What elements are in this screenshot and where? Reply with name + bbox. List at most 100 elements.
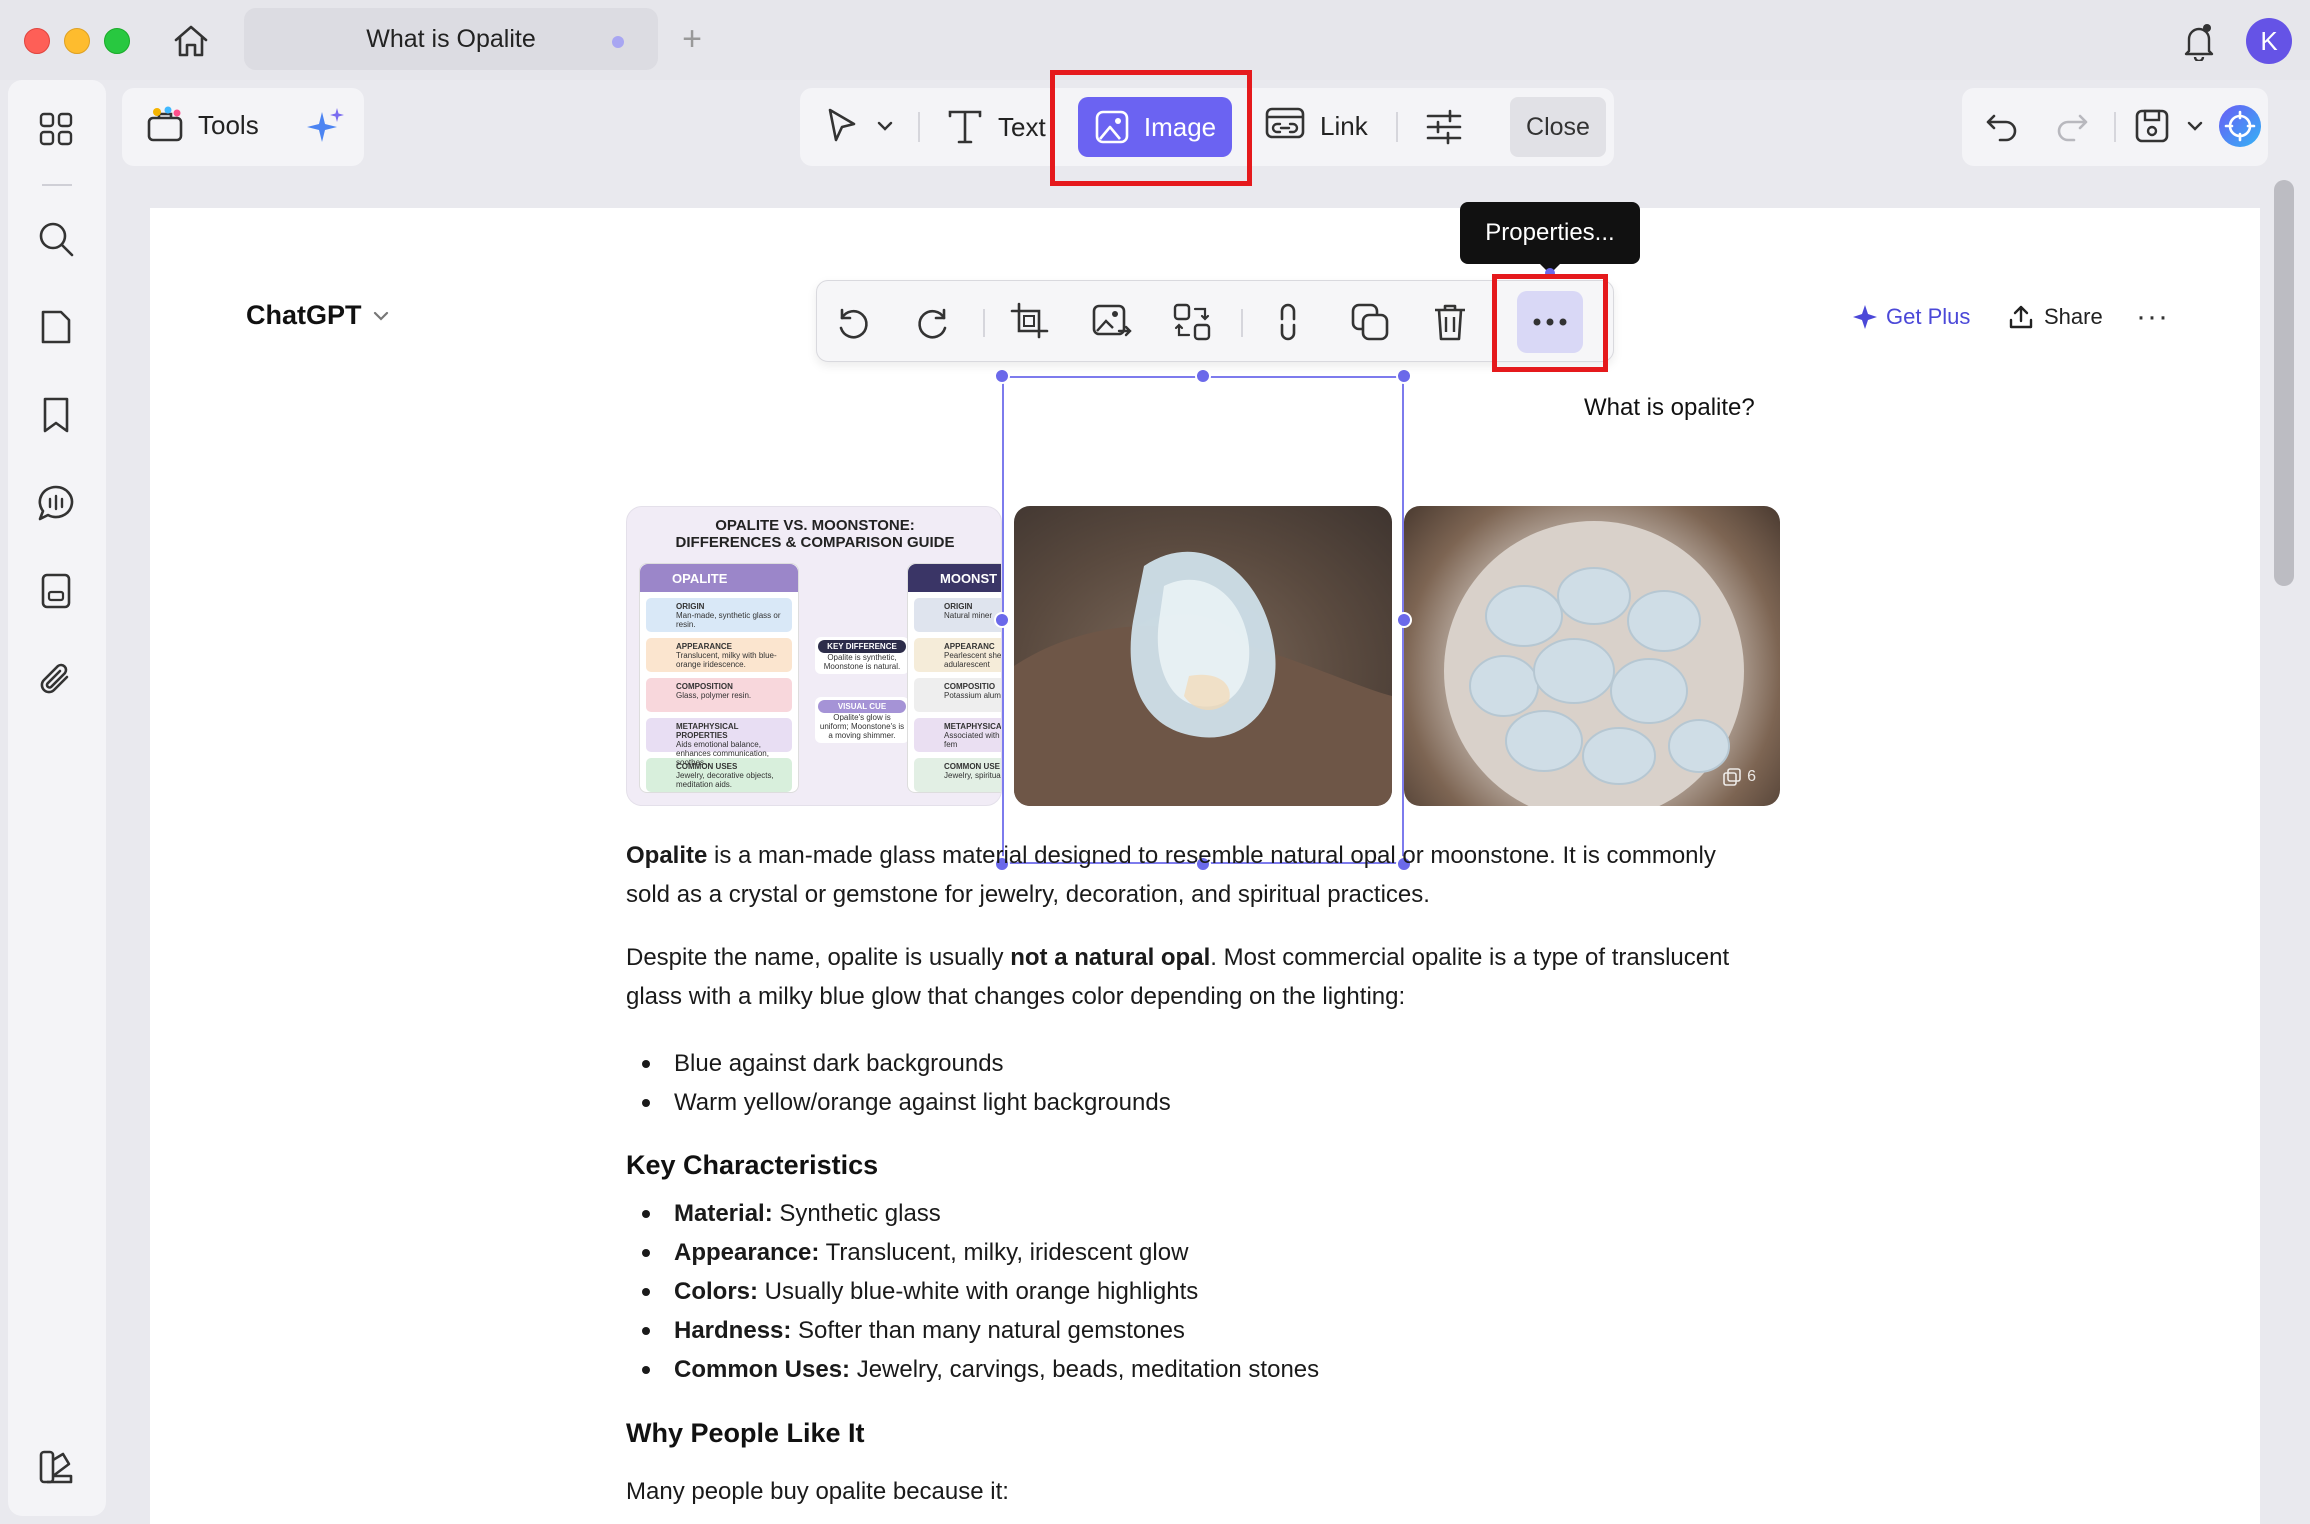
- characteristics-list: Material: Synthetic glass Appearance: Tr…: [626, 1194, 1319, 1389]
- get-plus-button[interactable]: Get Plus: [1852, 304, 1970, 330]
- resize-handle-l[interactable]: [994, 612, 1010, 628]
- resize-handle-t[interactable]: [1195, 368, 1211, 384]
- document-tab[interactable]: What is Opalite: [244, 8, 658, 70]
- rotate-left-icon[interactable]: [829, 299, 875, 345]
- tab-title: What is Opalite: [366, 24, 536, 53]
- delete-trash-icon[interactable]: [1427, 299, 1473, 345]
- adjust-sliders-icon[interactable]: [1424, 108, 1464, 146]
- close-edit-button[interactable]: Close: [1510, 97, 1606, 157]
- share-icon: [2009, 305, 2033, 329]
- image-count-badge: 6: [1723, 768, 1756, 786]
- rotate-right-icon[interactable]: [911, 299, 957, 345]
- share-button[interactable]: Share: [2008, 304, 2103, 330]
- image-count: 6: [1747, 768, 1756, 785]
- window-close-button[interactable]: [24, 28, 50, 54]
- para2-bold: not a natural opal: [1010, 944, 1211, 971]
- ig-row: ORIGIN Man-made, synthetic glass or resin…: [646, 598, 792, 632]
- ig-row: APPEARANCE Translucent, milky with blue-o…: [646, 638, 792, 672]
- list-item: Colors: Usually blue-white with orange h…: [626, 1272, 1319, 1311]
- resize-handle-tl[interactable]: [994, 368, 1010, 384]
- save-icon[interactable]: [2132, 106, 2204, 146]
- thumbnails-grid-icon[interactable]: [33, 106, 79, 152]
- replace-image-icon[interactable]: [1089, 299, 1135, 345]
- ig-row: ORIGIN Natural miner: [914, 598, 1001, 632]
- ai-sparkle-button[interactable]: [304, 106, 346, 148]
- ig-row: COMPOSITION Glass, polymer resin.: [646, 678, 792, 712]
- visual-cue-title: VISUAL CUE: [818, 700, 906, 713]
- chevron-down-icon: [373, 311, 388, 321]
- avatar[interactable]: K: [2246, 18, 2292, 64]
- more-options-button[interactable]: ···: [2136, 300, 2169, 334]
- key-difference-box: KEY DIFFERENCE Opalite is synthetic, Moo…: [815, 637, 909, 674]
- list-item: Material: Synthetic glass: [626, 1194, 1319, 1233]
- chat-title: ChatGPT: [246, 300, 362, 330]
- ig-row: METAPHYSICAL PROPERTIES Aids emotional ba…: [646, 718, 792, 767]
- ig-row: COMMON USES Jewelry, decorative objects, …: [646, 758, 792, 792]
- undo-icon[interactable]: [1982, 106, 2022, 146]
- visual-cue-text: Opalite's glow is uniform; Moonstone's i…: [819, 713, 905, 740]
- new-tab-button[interactable]: +: [672, 20, 712, 60]
- properties-tooltip: Properties...: [1460, 202, 1640, 274]
- comment-icon[interactable]: [33, 480, 79, 526]
- chatgpt-model-selector[interactable]: ChatGPT: [246, 300, 390, 331]
- visual-cue-box: VISUAL CUE Opalite's glow is uniform; Mo…: [815, 697, 909, 743]
- text-tool-button[interactable]: Text: [946, 108, 1046, 146]
- bookmark-icon[interactable]: [33, 392, 79, 438]
- crop-icon[interactable]: [1007, 299, 1053, 345]
- highlight-more-options: [1492, 274, 1608, 372]
- list-item: Common Uses: Jewelry, carvings, beads, m…: [626, 1350, 1319, 1389]
- para2-start: Despite the name, opalite is usually: [626, 944, 1011, 971]
- page-icon[interactable]: [33, 304, 79, 350]
- ig-row: COMPOSITIO Potassium alum: [914, 678, 1001, 712]
- ai-assistant-icon[interactable]: [2216, 102, 2264, 150]
- image-selection-box[interactable]: [1002, 376, 1404, 864]
- left-sidebar: [8, 80, 106, 1516]
- duplicate-icon[interactable]: [1347, 299, 1393, 345]
- moonstone-head: MOONST: [908, 564, 1001, 592]
- user-question: What is opalite?: [1584, 394, 1755, 421]
- list-item: Blue against dark backgrounds: [626, 1044, 1171, 1083]
- redo-icon[interactable]: [2052, 106, 2092, 146]
- text-tool-label: Text: [998, 111, 1046, 142]
- history-save-panel: [1962, 88, 2268, 166]
- form-icon[interactable]: [33, 568, 79, 614]
- list-item: Hardness: Softer than many natural gemst…: [626, 1311, 1319, 1350]
- resize-handle-tr[interactable]: [1396, 368, 1412, 384]
- resize-handle-r[interactable]: [1396, 612, 1412, 628]
- select-tool-button[interactable]: [822, 106, 894, 146]
- para1-bold: Opalite: [626, 842, 708, 869]
- title-bar: What is Opalite + K: [0, 0, 2310, 80]
- document-scrollbar[interactable]: [2274, 180, 2294, 586]
- toolbar-divider: [1241, 309, 1243, 337]
- swap-image-icon[interactable]: [1169, 299, 1215, 345]
- tools-label: Tools: [198, 109, 259, 140]
- ig-row: APPEARANCPearlescent she or adularescent: [914, 638, 1001, 672]
- tumbled-stones-photo[interactable]: 6: [1404, 506, 1780, 806]
- window-minimize-button[interactable]: [64, 28, 90, 54]
- search-icon[interactable]: [33, 216, 79, 262]
- chevron-down-icon[interactable]: [876, 120, 894, 132]
- color-list: Blue against dark backgrounds Warm yello…: [626, 1044, 1171, 1122]
- list-item: Warm yellow/orange against light backgro…: [626, 1083, 1171, 1122]
- key-difference-title: KEY DIFFERENCE: [818, 640, 906, 653]
- heading-why-people-like-it: Why People Like It: [626, 1418, 865, 1448]
- paragraph-not-opal: Despite the name, opalite is usually not…: [626, 938, 1766, 1016]
- chevron-down-icon[interactable]: [2186, 120, 2204, 132]
- ig-row: COMMON USEJewelry, spiritua healing tool…: [914, 758, 1001, 792]
- opalite-column: OPALITE ORIGIN Man-made, synthetic glass …: [639, 563, 799, 793]
- link-image-icon[interactable]: [1265, 299, 1311, 345]
- home-icon[interactable]: [168, 18, 214, 64]
- get-plus-label: Get Plus: [1886, 304, 1971, 329]
- link-tool-button[interactable]: Link: [1264, 106, 1368, 146]
- theme-palette-icon[interactable]: [33, 1444, 79, 1490]
- tools-button[interactable]: Tools: [146, 106, 259, 144]
- sparkle-icon: [1853, 305, 1877, 329]
- highlight-image-tool: [1050, 70, 1252, 186]
- notification-bell-icon[interactable]: [2176, 18, 2222, 64]
- toolbar-divider: [1396, 112, 1398, 142]
- paragraph-why: Many people buy opalite because it:: [626, 1478, 1009, 1505]
- attachment-icon[interactable]: [33, 656, 79, 702]
- window-zoom-button[interactable]: [104, 28, 130, 54]
- infographic-image[interactable]: OPALITE VS. MOONSTONE: DIFFERENCES & COM…: [626, 506, 1002, 806]
- gallery-icon: [1723, 768, 1741, 786]
